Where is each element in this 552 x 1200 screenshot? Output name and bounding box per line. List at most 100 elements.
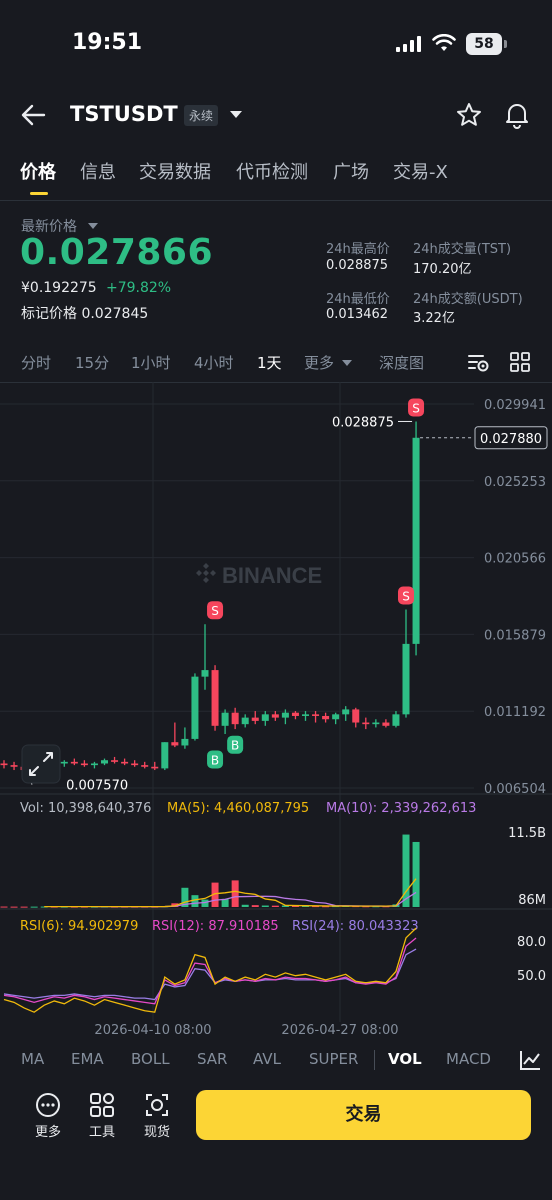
low-24h-label: 24h最低价 — [326, 292, 390, 307]
low-price-label: 0.007570 — [66, 779, 128, 794]
indicator-vol[interactable]: VOL — [388, 1050, 422, 1068]
price-axis-ticks: 0.029941 0.025253 0.020566 0.015879 0.011192… — [484, 398, 546, 797]
symbol-dropdown-icon[interactable] — [230, 111, 242, 118]
volume-24h-label: 24h成交量(TST) — [413, 242, 512, 257]
candle-up — [60, 761, 68, 764]
candle-down — [10, 765, 18, 767]
candle-up — [181, 738, 189, 746]
volume-bar — [20, 906, 28, 908]
indicator-ema[interactable]: EMA — [71, 1050, 104, 1068]
indicator-avl[interactable]: AVL — [253, 1050, 281, 1068]
candle-up — [201, 670, 209, 677]
candle-down — [141, 765, 149, 767]
candle-down — [352, 709, 360, 723]
rsi-tick-label: 50.0 — [517, 969, 546, 984]
indicator-bar: MA EMA BOLL SAR AVL SUPER VOL MACD — [0, 1050, 552, 1072]
candle-down — [80, 763, 88, 766]
interval-1d[interactable]: 1天 — [257, 352, 282, 373]
low-24h-value: 0.013462 — [326, 307, 389, 322]
symbol-title[interactable]: TSTUSDT — [70, 102, 178, 126]
interval-more[interactable]: 更多 — [304, 352, 334, 373]
candle-down — [231, 712, 239, 725]
signal-letter: B — [211, 753, 219, 767]
more-dropdown-icon[interactable] — [342, 360, 352, 366]
candle-down — [211, 670, 219, 726]
volume-pane: Vol: 10,398,640,376 MA(5): 4,460,087,795 M… — [0, 801, 546, 908]
trade-button[interactable]: 交易 — [196, 1090, 531, 1140]
battery-icon: 58 — [466, 33, 502, 55]
volume-bar — [10, 906, 18, 908]
chart-settings-icon[interactable] — [468, 352, 490, 372]
indicator-boll[interactable]: BOLL — [131, 1050, 170, 1068]
tab-trading-data[interactable]: 交易数据 — [139, 158, 211, 184]
indicator-macd[interactable]: MACD — [446, 1050, 491, 1068]
signal-icon — [396, 36, 421, 52]
last-price: 0.027866 — [20, 232, 214, 273]
rsi-tick-label: 80.0 — [517, 935, 546, 950]
candle-up — [372, 722, 380, 725]
depth-chart-button[interactable]: 深度图 — [379, 352, 424, 373]
candle-down — [251, 717, 259, 721]
latest-price-dropdown-icon[interactable] — [88, 223, 98, 229]
candle-up — [221, 712, 229, 726]
turnover-24h-value: 3.22亿 — [413, 311, 455, 326]
rsi6-line — [3, 927, 417, 1013]
kline-chart[interactable]: BINANCE 0.029941 0.025253 0.020566 0.015879… — [0, 382, 552, 1042]
candle-up — [241, 717, 249, 725]
interval-15m[interactable]: 15分 — [75, 352, 109, 373]
candle-up — [101, 760, 108, 764]
interval-time[interactable]: 分时 — [21, 352, 51, 373]
grid-layout-icon[interactable] — [510, 352, 530, 372]
bell-icon[interactable] — [504, 101, 530, 129]
expand-chart-button[interactable] — [21, 744, 61, 784]
tools-grid-icon — [90, 1093, 114, 1117]
candle-down — [171, 742, 179, 746]
volume-bar — [271, 905, 279, 907]
candle-down — [70, 761, 78, 764]
signal-letter: S — [412, 401, 420, 415]
indicator-chart-icon[interactable] — [519, 1050, 541, 1070]
indicator-ma[interactable]: MA — [21, 1050, 44, 1068]
time-axis-ticks: 2026-04-10 08:00 2026-04-27 08:00 — [94, 1023, 398, 1038]
candle-up — [392, 714, 400, 726]
candle-up — [261, 714, 269, 721]
sell-signal[interactable]: S — [207, 601, 224, 620]
candle-up — [161, 742, 169, 769]
sell-signal[interactable]: S — [408, 398, 425, 417]
tab-token-check[interactable]: 代币检测 — [236, 158, 308, 184]
interval-4h[interactable]: 4小时 — [194, 352, 234, 373]
tab-info[interactable]: 信息 — [80, 158, 116, 184]
ma5-line — [44, 878, 417, 908]
back-arrow-icon[interactable] — [20, 103, 46, 127]
volume-bar — [0, 906, 8, 908]
rsi12-legend: RSI(12): 87.910185 — [152, 919, 279, 934]
indicator-separator — [374, 1050, 375, 1070]
rsi24-legend: RSI(24): 80.043323 — [292, 919, 419, 934]
buy-signal[interactable]: B — [227, 735, 244, 754]
tools-button[interactable] — [82, 1092, 122, 1122]
signal-letter: S — [402, 589, 410, 603]
sell-signal[interactable]: S — [398, 586, 414, 605]
candle-down — [0, 763, 8, 766]
tools-label: 工具 — [88, 1125, 115, 1140]
price-tick-label: 0.006504 — [484, 782, 546, 797]
indicator-sar[interactable]: SAR — [197, 1050, 227, 1068]
vol-tick-label: 86M — [518, 893, 546, 908]
watermark-text: BINANCE — [222, 563, 322, 588]
tab-square[interactable]: 广场 — [333, 158, 369, 184]
binance-watermark: BINANCE — [196, 563, 322, 588]
buy-signal[interactable]: B — [207, 750, 224, 769]
last-price-tag-text: 0.027880 — [480, 432, 542, 447]
turnover-24h-label: 24h成交额(USDT) — [413, 292, 523, 307]
vol-legend-ma5: MA(5): 4,460,087,795 — [167, 801, 309, 816]
favorite-star-icon[interactable] — [456, 102, 482, 128]
candle-up — [90, 763, 98, 766]
volume-bar — [261, 905, 269, 907]
spot-button[interactable] — [137, 1092, 177, 1122]
tab-price[interactable]: 价格 — [20, 158, 56, 184]
interval-1h[interactable]: 1小时 — [131, 352, 171, 373]
more-button[interactable] — [28, 1092, 68, 1122]
candle-up — [302, 714, 309, 716]
indicator-super[interactable]: SUPER — [309, 1050, 358, 1068]
tab-trade-x[interactable]: 交易-X — [393, 158, 448, 184]
